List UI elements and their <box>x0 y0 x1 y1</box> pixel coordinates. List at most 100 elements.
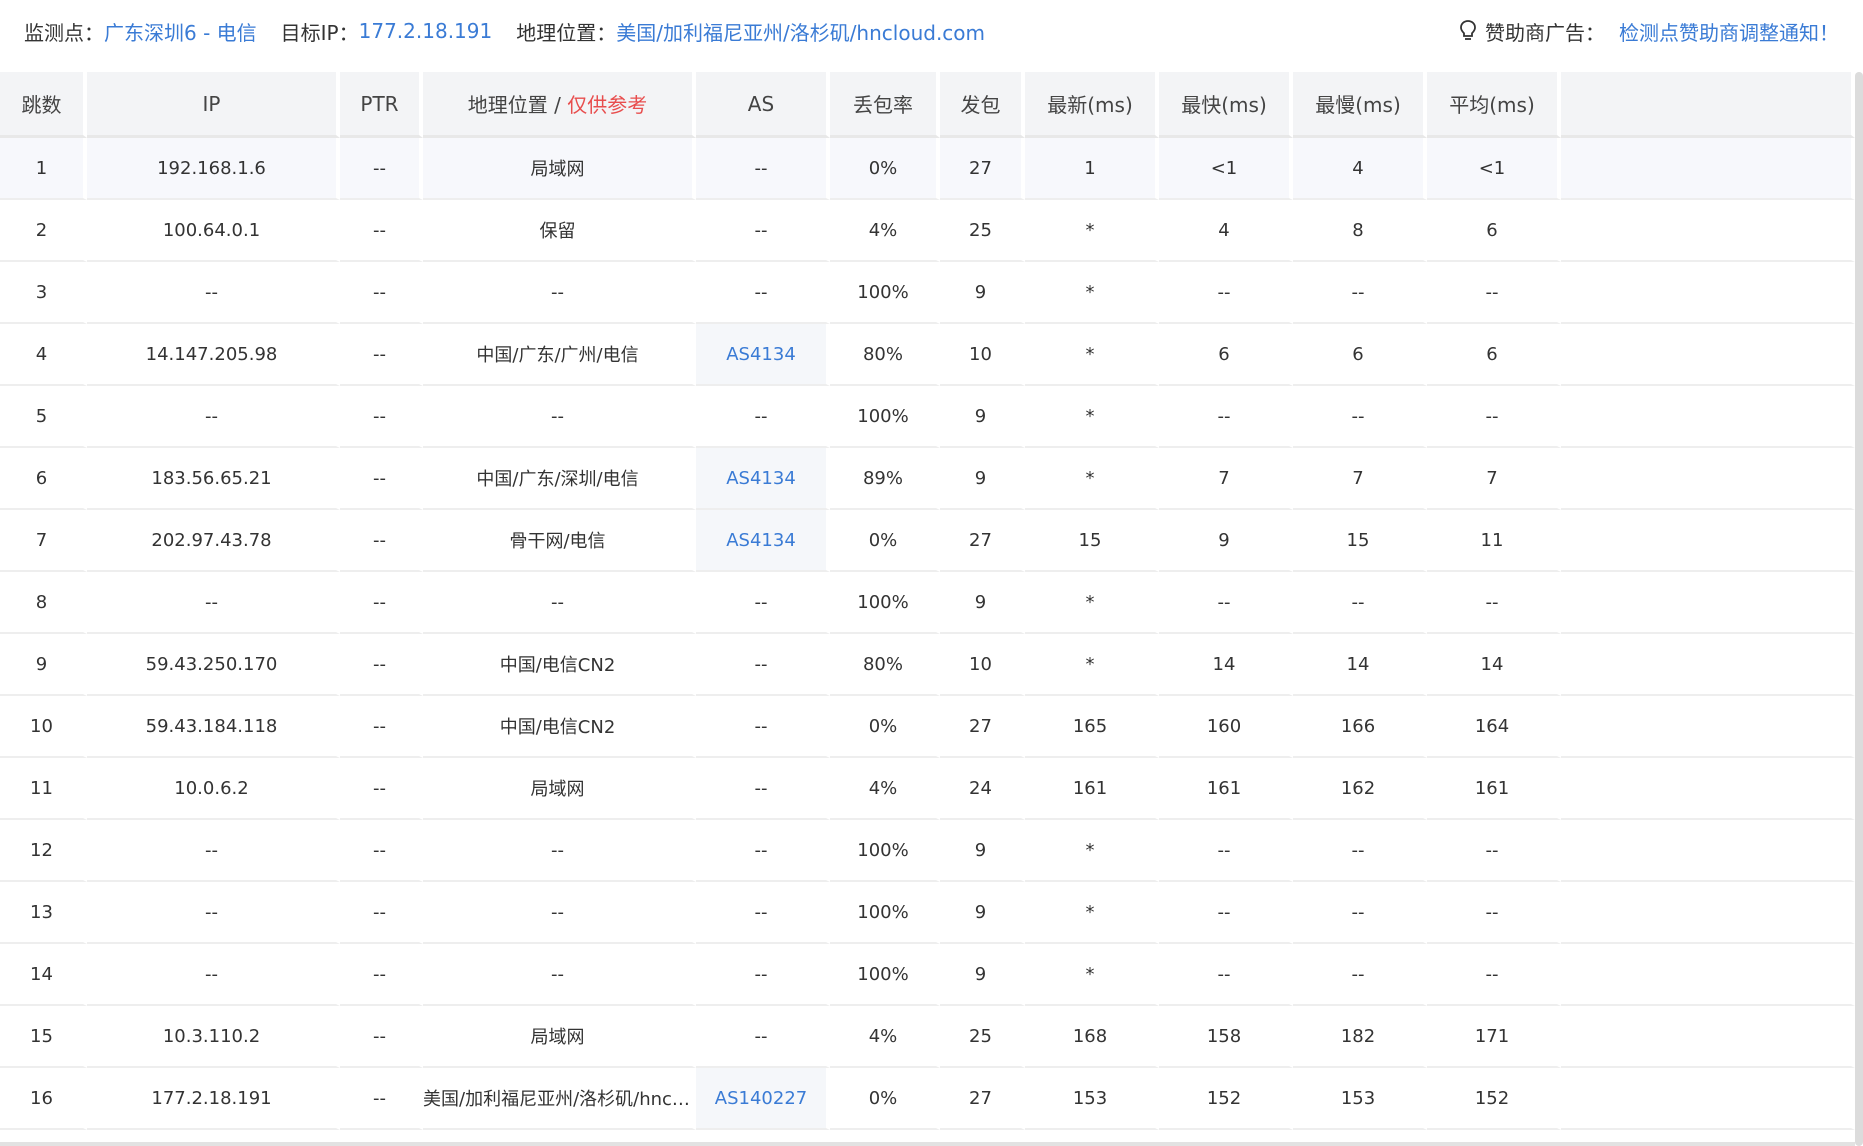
cell-ip: -- <box>87 944 340 1006</box>
traceroute-table: 跳数 IP PTR 地理位置 / 仅供参考 AS 丢包率 发包 最新(ms) 最… <box>0 72 1855 1130</box>
cell-ptr: -- <box>340 386 423 448</box>
cell-best: 9 <box>1159 510 1293 572</box>
cell-hop: 6 <box>0 448 87 510</box>
horizontal-scrollbar[interactable] <box>0 1142 1855 1146</box>
cell-sent: 27 <box>940 510 1025 572</box>
table-row: 11 10.0.6.2 -- 局域网 -- 4% 24 161 161 162 161 <box>0 758 1855 820</box>
cell-loss: 100% <box>830 820 940 882</box>
cell-loss: 100% <box>830 386 940 448</box>
cell-as: -- <box>696 138 830 200</box>
cell-filler <box>1561 324 1855 386</box>
table-row: 6 183.56.65.21 -- 中国/广东/深圳/电信 AS4134 89% 9 * 7 7 7 <box>0 448 1855 510</box>
cell-geo: 骨干网/电信 <box>423 510 696 572</box>
cell-last: 153 <box>1025 1068 1159 1130</box>
cell-ptr: -- <box>340 758 423 820</box>
cell-worst: 182 <box>1293 1006 1427 1068</box>
col-filler <box>1561 72 1855 138</box>
as-number-link[interactable]: AS4134 <box>726 344 796 365</box>
cell-sent: 9 <box>940 944 1025 1006</box>
cell-avg: -- <box>1427 944 1561 1006</box>
cell-loss: 0% <box>830 510 940 572</box>
cell-worst: 8 <box>1293 200 1427 262</box>
table-row: 1 192.168.1.6 -- 局域网 -- 0% 27 1 <1 4 <1 <box>0 138 1855 200</box>
col-worst: 最慢(ms) <box>1293 72 1427 138</box>
cell-as: -- <box>696 572 830 634</box>
cell-geo: 美国/加利福尼亚州/洛杉矶/hnclou... <box>423 1068 696 1130</box>
cell-filler <box>1561 696 1855 758</box>
cell-worst: 15 <box>1293 510 1427 572</box>
cell-last: * <box>1025 882 1159 944</box>
col-as: AS <box>696 72 830 138</box>
cell-ip: 59.43.250.170 <box>87 634 340 696</box>
cell-filler <box>1561 572 1855 634</box>
cell-geo: 局域网 <box>423 1006 696 1068</box>
sponsor-area: 赞助商广告： 检测点赞助商调整通知！ <box>1459 0 1839 62</box>
sponsor-notice-link[interactable]: 检测点赞助商调整通知！ <box>1619 17 1839 46</box>
cell-worst: -- <box>1293 882 1427 944</box>
table-header-row: 跳数 IP PTR 地理位置 / 仅供参考 AS 丢包率 发包 最新(ms) 最… <box>0 72 1855 138</box>
cell-worst: 166 <box>1293 696 1427 758</box>
cell-hop: 7 <box>0 510 87 572</box>
cell-last: 165 <box>1025 696 1159 758</box>
cell-sent: 25 <box>940 1006 1025 1068</box>
cell-worst: -- <box>1293 820 1427 882</box>
cell-ip: 177.2.18.191 <box>87 1068 340 1130</box>
cell-filler <box>1561 262 1855 324</box>
cell-avg: 14 <box>1427 634 1561 696</box>
cell-worst: -- <box>1293 262 1427 324</box>
target-ip-link[interactable]: 177.2.18.191 <box>359 19 493 43</box>
cell-as: -- <box>696 262 830 324</box>
cell-as: -- <box>696 634 830 696</box>
cell-geo: 中国/广东/深圳/电信 <box>423 448 696 510</box>
col-geo-label: 地理位置 / <box>467 93 568 117</box>
as-number-link[interactable]: AS4134 <box>726 468 796 489</box>
cell-loss: 4% <box>830 1006 940 1068</box>
cell-filler <box>1561 1006 1855 1068</box>
cell-best: <1 <box>1159 138 1293 200</box>
cell-ip: 183.56.65.21 <box>87 448 340 510</box>
as-number-link[interactable]: AS4134 <box>726 530 796 551</box>
cell-best: 4 <box>1159 200 1293 262</box>
cell-geo: 保留 <box>423 200 696 262</box>
cell-loss: 100% <box>830 262 940 324</box>
cell-ptr: -- <box>340 510 423 572</box>
as-number-link[interactable]: AS140227 <box>715 1088 807 1109</box>
cell-filler <box>1561 448 1855 510</box>
table-row: 2 100.64.0.1 -- 保留 -- 4% 25 * 4 8 6 <box>0 200 1855 262</box>
table-row: 3 -- -- -- -- 100% 9 * -- -- -- <box>0 262 1855 324</box>
cell-avg: 152 <box>1427 1068 1561 1130</box>
lightbulb-icon <box>1460 20 1476 40</box>
cell-hop: 9 <box>0 634 87 696</box>
cell-filler <box>1561 386 1855 448</box>
table-row: 16 177.2.18.191 -- 美国/加利福尼亚州/洛杉矶/hnclou... A… <box>0 1068 1855 1130</box>
cell-ip: -- <box>87 882 340 944</box>
cell-ptr: -- <box>340 572 423 634</box>
vertical-scrollbar[interactable] <box>1855 72 1863 1146</box>
cell-filler <box>1561 882 1855 944</box>
cell-sent: 27 <box>940 138 1025 200</box>
cell-hop: 5 <box>0 386 87 448</box>
cell-as: -- <box>696 200 830 262</box>
cell-last: * <box>1025 944 1159 1006</box>
cell-as: AS4134 <box>696 324 830 386</box>
cell-hop: 3 <box>0 262 87 324</box>
cell-best: 161 <box>1159 758 1293 820</box>
table-row: 5 -- -- -- -- 100% 9 * -- -- -- <box>0 386 1855 448</box>
cell-geo: 局域网 <box>423 758 696 820</box>
geo-value-link[interactable]: 美国/加利福尼亚州/洛杉矶/hncloud.com <box>616 17 985 46</box>
cell-filler <box>1561 200 1855 262</box>
table-row: 8 -- -- -- -- 100% 9 * -- -- -- <box>0 572 1855 634</box>
cell-loss: 0% <box>830 696 940 758</box>
cell-last: * <box>1025 448 1159 510</box>
cell-ptr: -- <box>340 262 423 324</box>
cell-hop: 11 <box>0 758 87 820</box>
cell-avg: -- <box>1427 386 1561 448</box>
cell-ptr: -- <box>340 634 423 696</box>
col-best: 最快(ms) <box>1159 72 1293 138</box>
cell-filler <box>1561 1068 1855 1130</box>
cell-as: AS140227 <box>696 1068 830 1130</box>
cell-filler <box>1561 758 1855 820</box>
monitor-value-link[interactable]: 广东深圳6 - 电信 <box>104 17 257 46</box>
cell-ip: -- <box>87 820 340 882</box>
cell-hop: 16 <box>0 1068 87 1130</box>
